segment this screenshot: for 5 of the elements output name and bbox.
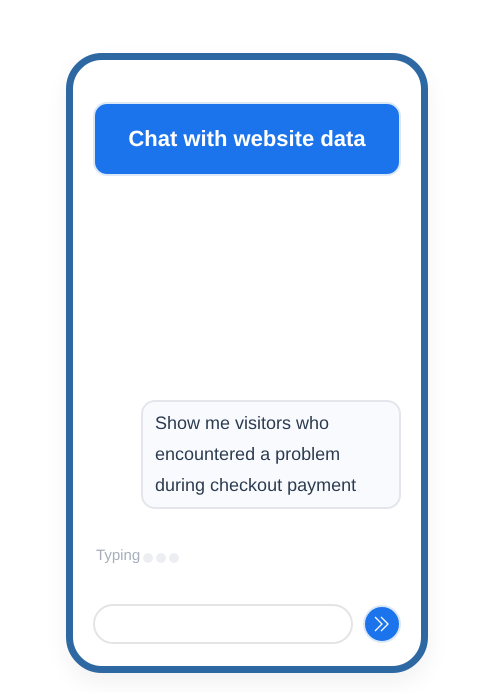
message-input[interactable] (93, 604, 353, 644)
chat-header-button[interactable]: Chat with website data (93, 102, 401, 176)
typing-label: Typing (96, 547, 140, 564)
message-bubble: Show me visitors who encountered a problem during checkout payment (141, 400, 401, 509)
send-button[interactable] (363, 605, 401, 643)
